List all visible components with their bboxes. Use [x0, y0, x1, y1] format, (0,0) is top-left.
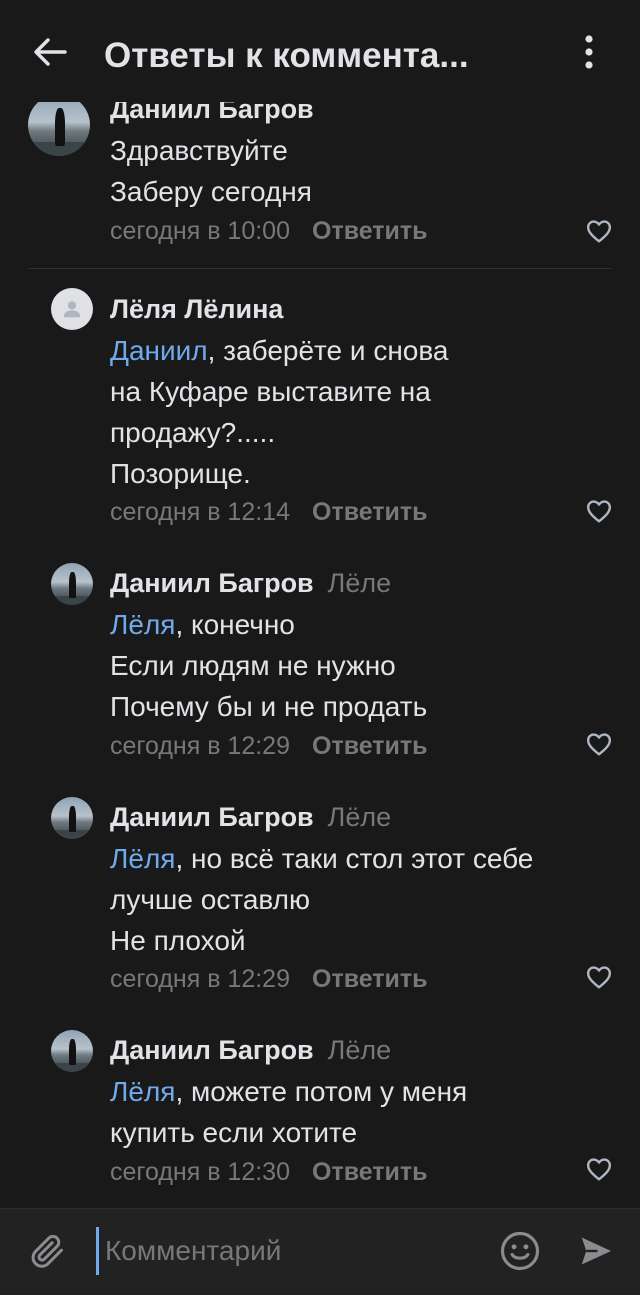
avatar[interactable]	[51, 1030, 93, 1072]
comment-author[interactable]: Лёля Лёлина	[110, 294, 283, 325]
comment-text-fragment: , заберёте и снова	[207, 335, 449, 366]
reply-to-label[interactable]: Лёле	[328, 802, 392, 832]
comment-text-line: лучше оставлю	[110, 884, 310, 915]
comment-text-line: Здравствуйте	[110, 135, 288, 166]
avatar[interactable]	[51, 563, 93, 605]
comment-text-fragment: , но всё таки стол этот себе	[175, 843, 534, 874]
comment-text: Даниил, заберёте и снова на Куфаре выста…	[110, 330, 610, 494]
comment-timestamp: сегодня в 12:29	[110, 965, 290, 993]
heart-icon	[586, 966, 612, 989]
like-button[interactable]	[582, 729, 616, 759]
avatar[interactable]	[51, 288, 93, 330]
comment-meta: сегодня в 12:14 Ответить	[110, 498, 428, 527]
attach-button[interactable]	[24, 1227, 72, 1275]
reply-to-label[interactable]: Лёле	[328, 568, 392, 598]
comment-text-line: Не плохой	[110, 925, 246, 956]
send-button[interactable]	[572, 1227, 620, 1275]
comment-text: Лёля, но всё таки стол этот себе лучше о…	[110, 838, 610, 961]
mention-link[interactable]: Лёля	[110, 609, 175, 640]
comment-timestamp: сегодня в 12:29	[110, 732, 290, 760]
like-button[interactable]	[582, 1154, 616, 1184]
comments-feed[interactable]: Даниил Багров Здравствуйте Заберу сегодн…	[0, 0, 640, 1208]
comment-composer	[0, 1208, 640, 1295]
reply-button[interactable]: Ответить	[312, 498, 428, 526]
comment-text-line: Позорище.	[110, 458, 251, 489]
heart-icon	[586, 1158, 612, 1181]
comment-text-fragment: , конечно	[175, 609, 295, 640]
comment-timestamp: сегодня в 12:14	[110, 498, 290, 526]
mention-link[interactable]: Лёля	[110, 1076, 175, 1107]
heart-icon	[586, 733, 612, 756]
comment-text-line: Даниил, заберёте и снова	[110, 330, 610, 371]
mention-link[interactable]: Даниил	[110, 335, 208, 366]
comment-meta: сегодня в 10:00 Ответить	[110, 217, 428, 246]
like-button[interactable]	[582, 962, 616, 992]
comment-meta: сегодня в 12:29 Ответить	[110, 732, 428, 761]
comment-text-fragment: , можете потом у меня	[175, 1076, 468, 1107]
reply-button[interactable]: Ответить	[312, 217, 428, 245]
send-icon	[581, 1237, 611, 1265]
emoji-button[interactable]	[496, 1227, 544, 1275]
comment-text-line: Лёля, можете потом у меня	[110, 1071, 610, 1112]
comment-author[interactable]: Даниил Багров Лёле	[110, 568, 391, 599]
reply-button[interactable]: Ответить	[312, 1158, 428, 1186]
comment-text-line: Лёля, но всё таки стол этот себе	[110, 838, 610, 879]
heart-icon	[586, 220, 612, 243]
comment-text-line: Если людям не нужно	[110, 650, 396, 681]
avatar[interactable]	[28, 94, 90, 156]
comment-timestamp: сегодня в 10:00	[110, 217, 290, 245]
comment-input[interactable]	[96, 1227, 485, 1275]
comment-meta: сегодня в 12:29 Ответить	[110, 965, 428, 994]
comment-timestamp: сегодня в 12:30	[110, 1158, 290, 1186]
back-button[interactable]	[24, 26, 76, 78]
comment-author[interactable]: Даниил Багров Лёле	[110, 802, 391, 833]
more-menu-button[interactable]	[566, 28, 612, 76]
comment-text-line: на Куфаре выставите на	[110, 376, 431, 407]
comment-text-line: Почему бы и не продать	[110, 691, 428, 722]
reply-button[interactable]: Ответить	[312, 965, 428, 993]
comment-author[interactable]: Даниил Багров Лёле	[110, 1035, 391, 1066]
user-placeholder-icon	[63, 301, 81, 318]
arrow-left-icon	[34, 38, 67, 66]
divider	[28, 268, 612, 269]
paperclip-icon	[31, 1234, 63, 1268]
comment-text-line: Заберу сегодня	[110, 176, 312, 207]
comment-text: Здравствуйте Заберу сегодня	[110, 130, 610, 212]
heart-icon	[586, 500, 612, 523]
comment-text-line: Лёля, конечно	[110, 604, 610, 645]
like-button[interactable]	[582, 496, 616, 526]
avatar[interactable]	[51, 797, 93, 839]
comment-text-line: купить если хотите	[110, 1117, 358, 1148]
smile-icon	[500, 1231, 540, 1271]
comment-meta: сегодня в 12:30 Ответить	[110, 1158, 428, 1187]
page-title: Ответы к коммента...	[104, 36, 469, 75]
reply-button[interactable]: Ответить	[312, 732, 428, 760]
comment-text-line: продажу?.....	[110, 417, 276, 448]
reply-to-label[interactable]: Лёле	[328, 1035, 392, 1065]
more-vertical-icon	[585, 35, 593, 69]
like-button[interactable]	[582, 216, 616, 246]
app-header: Ответы к коммента...	[0, 0, 640, 102]
comment-text: Лёля, конечно Если людям не нужно Почему…	[110, 604, 610, 727]
comment-text: Лёля, можете потом у меня купить если хо…	[110, 1071, 610, 1153]
mention-link[interactable]: Лёля	[110, 843, 175, 874]
